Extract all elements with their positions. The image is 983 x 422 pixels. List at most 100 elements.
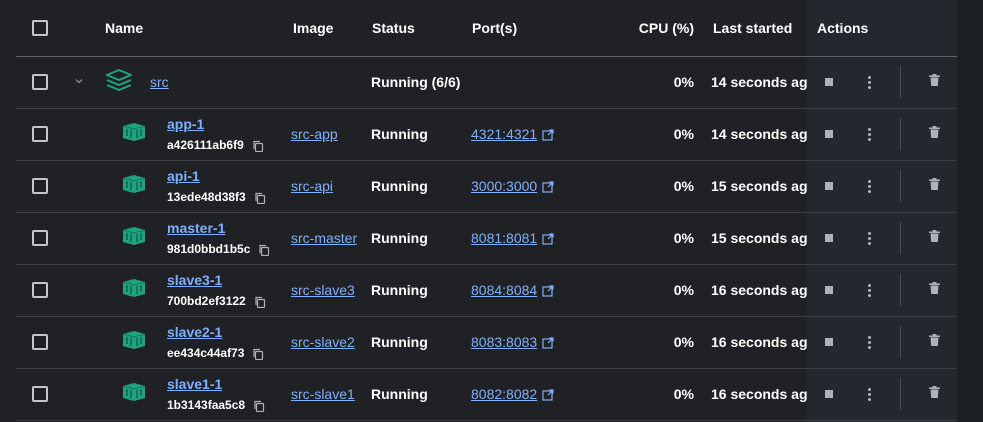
table-row[interactable]: slave3-1 700bd2ef3122 src-slave3 Running… — [16, 264, 957, 317]
container-name-link[interactable]: slave2-1 — [167, 324, 222, 340]
actions-divider — [900, 274, 901, 306]
delete-button-cell — [924, 56, 944, 108]
stop-button[interactable] — [819, 332, 839, 352]
container-name-cell: api-1 13ede48d38f3 — [167, 160, 266, 212]
more-actions-button[interactable] — [859, 280, 879, 300]
container-name-link[interactable]: app-1 — [167, 116, 204, 132]
actions-divider — [900, 222, 901, 254]
more-actions-button[interactable] — [859, 332, 879, 352]
copy-icon[interactable] — [254, 191, 266, 205]
row-checkbox[interactable] — [32, 282, 48, 298]
more-actions-button[interactable] — [859, 384, 879, 404]
table-row[interactable]: slave2-1 ee434c44af73 src-slave2 Running… — [16, 316, 957, 369]
container-icon — [122, 122, 146, 147]
external-link-icon[interactable] — [542, 128, 554, 141]
stop-button[interactable] — [819, 176, 839, 196]
actions-divider — [900, 118, 901, 150]
more-actions-button[interactable] — [859, 72, 879, 92]
port-link[interactable]: 8083:8083 — [471, 334, 537, 350]
container-name-cell: slave2-1 ee434c44af73 — [167, 316, 264, 368]
delete-button[interactable] — [924, 72, 944, 92]
container-name-link[interactable]: api-1 — [167, 168, 200, 184]
row-checkbox[interactable] — [32, 126, 48, 142]
stop-button-cell — [819, 160, 839, 212]
stop-button[interactable] — [819, 384, 839, 404]
more-vertical-icon — [867, 75, 871, 89]
container-id: 700bd2ef3122 — [167, 294, 246, 308]
stop-button-cell — [819, 264, 839, 316]
header-cpu[interactable]: CPU (%) — [636, 0, 694, 56]
group-row-src[interactable]: src Running (6/6) 0% 14 seconds ago — [16, 56, 957, 109]
delete-button-cell — [924, 160, 944, 212]
external-link-icon[interactable] — [542, 336, 554, 349]
container-name-link[interactable]: slave1-1 — [167, 376, 222, 392]
container-name-cell: master-1 981d0bbd1b5c — [167, 212, 270, 264]
image-link[interactable]: src-api — [291, 178, 333, 194]
stop-button[interactable] — [819, 228, 839, 248]
delete-button[interactable] — [924, 176, 944, 196]
image-link[interactable]: src-slave2 — [291, 334, 355, 350]
copy-icon[interactable] — [252, 139, 264, 153]
delete-button[interactable] — [924, 124, 944, 144]
delete-button-cell — [924, 264, 944, 316]
delete-button[interactable] — [924, 228, 944, 248]
external-link-icon[interactable] — [542, 180, 554, 193]
copy-icon[interactable] — [254, 295, 266, 309]
container-name-link[interactable]: master-1 — [167, 220, 225, 236]
header-status[interactable]: Status — [372, 0, 415, 56]
port-link[interactable]: 8081:8081 — [471, 230, 537, 246]
row-checkbox[interactable] — [32, 386, 48, 402]
delete-button[interactable] — [924, 280, 944, 300]
actions-divider — [900, 66, 901, 98]
image-link[interactable]: src-app — [291, 126, 338, 142]
more-actions-button[interactable] — [859, 176, 879, 196]
port-link[interactable]: 8084:8084 — [471, 282, 537, 298]
table-row[interactable]: slave1-1 1b3143faa5c8 src-slave1 Running… — [16, 368, 957, 421]
delete-button-cell — [924, 368, 944, 420]
row-checkbox[interactable] — [32, 178, 48, 194]
table-row[interactable]: api-1 13ede48d38f3 src-api Running 3000:… — [16, 160, 957, 213]
port-link[interactable]: 3000:3000 — [471, 178, 537, 194]
container-status: Running — [371, 230, 428, 246]
trash-icon — [928, 281, 940, 299]
row-checkbox[interactable] — [32, 230, 48, 246]
more-actions-button[interactable] — [859, 228, 879, 248]
image-link[interactable]: src-master — [291, 230, 357, 246]
stop-button[interactable] — [819, 72, 839, 92]
row-checkbox[interactable] — [32, 334, 48, 350]
header-last-started[interactable]: Last started — [713, 0, 807, 56]
table-row[interactable]: master-1 981d0bbd1b5c src-master Running… — [16, 212, 957, 265]
container-icon — [122, 226, 146, 251]
group-name-link[interactable]: src — [150, 74, 169, 90]
port-link[interactable]: 8082:8082 — [471, 386, 537, 402]
more-button-cell — [859, 212, 879, 264]
container-icon — [122, 330, 146, 355]
stop-button[interactable] — [819, 124, 839, 144]
image-link[interactable]: src-slave1 — [291, 386, 355, 402]
header-name[interactable]: Name — [105, 0, 143, 56]
image-link[interactable]: src-slave3 — [291, 282, 355, 298]
header-image[interactable]: Image — [293, 0, 333, 56]
port-link[interactable]: 4321:4321 — [471, 126, 537, 142]
container-name-link[interactable]: slave3-1 — [167, 272, 222, 288]
container-icon — [122, 174, 146, 199]
row-checkbox[interactable] — [32, 74, 48, 90]
external-link-icon[interactable] — [542, 284, 554, 297]
actions-divider — [900, 326, 901, 358]
copy-icon[interactable] — [252, 347, 264, 361]
chevron-down-icon[interactable] — [74, 73, 84, 91]
more-button-cell — [859, 264, 879, 316]
actions-divider — [900, 170, 901, 202]
table-row[interactable]: app-1 a426111ab6f9 src-app Running 4321:… — [16, 108, 957, 161]
external-link-icon[interactable] — [542, 388, 554, 401]
external-link-icon[interactable] — [542, 232, 554, 245]
select-all-checkbox[interactable] — [32, 20, 48, 36]
header-ports[interactable]: Port(s) — [472, 0, 517, 56]
delete-button[interactable] — [924, 384, 944, 404]
delete-button[interactable] — [924, 332, 944, 352]
container-cpu: 0% — [673, 386, 694, 402]
copy-icon[interactable] — [253, 399, 265, 413]
copy-icon[interactable] — [258, 243, 270, 257]
more-actions-button[interactable] — [859, 124, 879, 144]
stop-button[interactable] — [819, 280, 839, 300]
